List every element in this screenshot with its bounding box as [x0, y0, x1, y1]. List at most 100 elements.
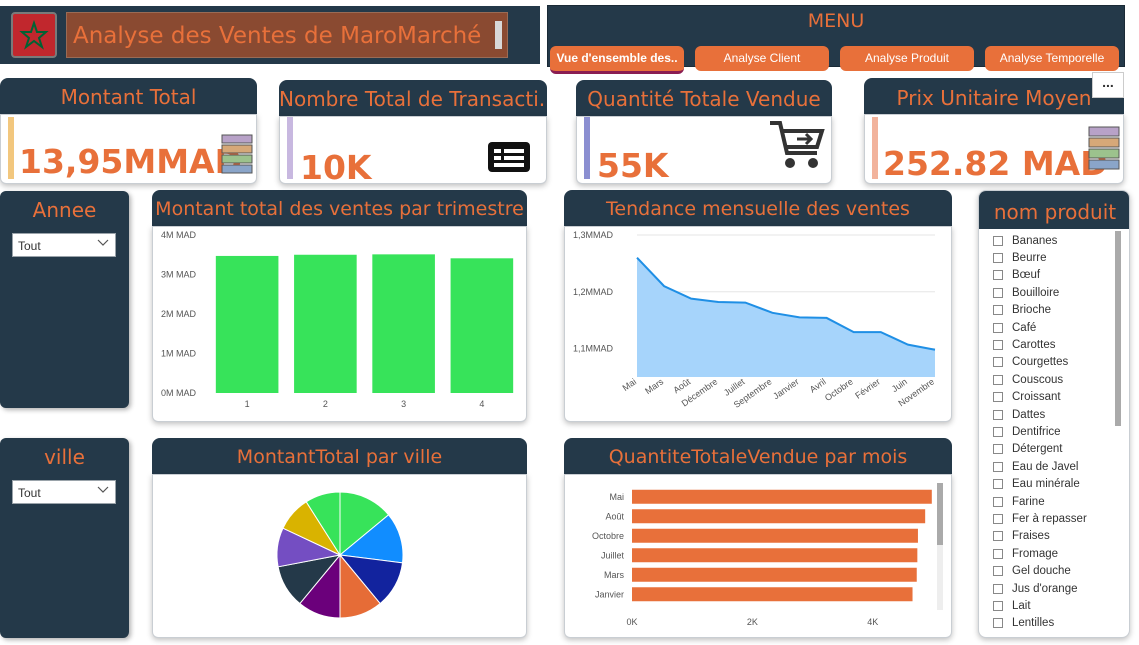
x-tick-label: 4K: [867, 617, 878, 627]
product-list: Bananes Beurre Bœuf Bouilloire Brioche Café Ca…: [993, 232, 1087, 632]
y-tick-label: 1M MAD: [161, 349, 197, 359]
checkbox-icon[interactable]: [993, 461, 1003, 472]
product-item[interactable]: Croissant: [993, 389, 1087, 406]
checkbox-icon[interactable]: [993, 513, 1003, 524]
checkbox-icon[interactable]: [993, 496, 1003, 507]
product-item[interactable]: Eau minérale: [993, 475, 1087, 492]
product-label: Eau minérale: [1012, 478, 1080, 491]
checkbox-icon[interactable]: [993, 409, 1003, 420]
product-item[interactable]: Dattes: [993, 406, 1087, 423]
product-item[interactable]: Lait: [993, 597, 1087, 614]
annee-dropdown[interactable]: Tout: [12, 233, 116, 257]
checkbox-icon[interactable]: [993, 392, 1003, 403]
product-item[interactable]: Jus d'orange: [993, 580, 1087, 597]
chevron-down-icon: [97, 239, 109, 246]
product-label: Farine: [1012, 495, 1045, 508]
kpi-value-quantite: 55K: [597, 146, 669, 185]
ville-dropdown-value: Tout: [18, 486, 41, 500]
checkbox-icon[interactable]: [993, 253, 1003, 264]
kpi-accent-bar: [287, 117, 293, 179]
checkbox-icon[interactable]: [993, 583, 1003, 594]
quarter-bar-chart: 0M MAD 1M MAD 2M MAD 3M MAD 4M MAD 1 2 3 4: [161, 230, 514, 409]
bar: [632, 528, 918, 543]
product-item[interactable]: Lentilles: [993, 615, 1087, 632]
ville-dropdown[interactable]: Tout: [12, 480, 116, 504]
x-tick-label: 3: [401, 399, 406, 409]
y-tick-label: 4M MAD: [161, 230, 197, 240]
checkbox-icon[interactable]: [993, 270, 1003, 281]
more-options-button[interactable]: ...: [1092, 72, 1124, 98]
slicer-ville-title: ville: [44, 445, 85, 469]
product-item[interactable]: Bœuf: [993, 267, 1087, 284]
checkbox-icon[interactable]: [993, 287, 1003, 298]
bar: [632, 509, 926, 524]
y-tick-label: Mai: [609, 492, 624, 502]
bar: [450, 258, 514, 393]
product-item[interactable]: Beurre: [993, 249, 1087, 266]
product-item[interactable]: Eau de Javel: [993, 458, 1087, 475]
checkbox-icon[interactable]: [993, 444, 1003, 455]
y-tick-label: 1,2MMAD: [573, 287, 614, 297]
product-item[interactable]: Fer à repasser: [993, 510, 1087, 527]
product-item[interactable]: Fraises: [993, 528, 1087, 545]
qty-chart-title: QuantiteTotaleVendue par mois: [564, 438, 952, 474]
kpi-title-prix-moyen: Prix Unitaire Moyen: [864, 78, 1124, 114]
x-tick-label: Octobre: [823, 376, 855, 403]
product-item[interactable]: Carottes: [993, 336, 1087, 353]
product-item[interactable]: Détergent: [993, 441, 1087, 458]
checkbox-icon[interactable]: [993, 618, 1003, 629]
checkbox-icon[interactable]: [993, 426, 1003, 437]
checkbox-icon[interactable]: [993, 235, 1003, 246]
qty-chart-card: Mai Août Octobre Juillet Mars Janvier 0K 2K 4K: [564, 474, 952, 638]
checkbox-icon[interactable]: [993, 305, 1003, 316]
checkbox-icon[interactable]: [993, 322, 1003, 333]
kpi-card-montant-total: 13,95MMAD: [0, 114, 257, 184]
kpi-accent-bar: [872, 117, 878, 179]
scrollbar-thumb: [937, 483, 943, 545]
x-tick-label: 4: [479, 399, 484, 409]
checkbox-icon[interactable]: [993, 531, 1003, 542]
product-item[interactable]: Brioche: [993, 302, 1087, 319]
annee-dropdown-value: Tout: [18, 239, 41, 253]
product-item[interactable]: Dentifrice: [993, 423, 1087, 440]
menu-button-client[interactable]: Analyse Client: [695, 46, 829, 71]
checkbox-icon[interactable]: [993, 548, 1003, 559]
checkbox-icon[interactable]: [993, 566, 1003, 577]
product-scrollbar[interactable]: [1115, 231, 1121, 426]
bar: [372, 254, 435, 393]
product-slicer: nom produit Bananes Beurre Bœuf Bouilloire B…: [978, 190, 1130, 638]
product-item[interactable]: Café: [993, 319, 1087, 336]
product-item[interactable]: Farine: [993, 493, 1087, 510]
product-item[interactable]: Gel douche: [993, 562, 1087, 579]
checkbox-icon[interactable]: [993, 479, 1003, 490]
bar: [632, 567, 917, 582]
x-tick-label: 0K: [626, 617, 637, 627]
product-label: Couscous: [1012, 373, 1064, 386]
product-item[interactable]: Courgettes: [993, 354, 1087, 371]
product-item[interactable]: Bananes: [993, 232, 1087, 249]
monthly-chart-title: Tendance mensuelle des ventes: [564, 190, 952, 226]
checkbox-icon[interactable]: [993, 374, 1003, 385]
checkbox-icon[interactable]: [993, 600, 1003, 611]
product-label: Carottes: [1012, 339, 1056, 352]
checkbox-icon[interactable]: [993, 340, 1003, 351]
monthly-area-chart: 1,1MMAD1,2MMAD1,3MMADMai Mars AoûtDécembre…: [573, 230, 936, 410]
product-label: Bananes: [1012, 234, 1058, 247]
slicer-ville: ville Tout: [0, 438, 129, 638]
x-tick-label: 2K: [747, 617, 758, 627]
x-tick-label: Janvier: [771, 376, 801, 401]
menu-button-product[interactable]: Analyse Produit: [840, 46, 974, 71]
product-item[interactable]: Bouilloire: [993, 284, 1087, 301]
menu-button-overview[interactable]: Vue d'ensemble des..: [550, 46, 684, 74]
bar: [632, 587, 913, 602]
product-label: Eau de Javel: [1012, 460, 1079, 473]
kpi-card-quantite: 55K: [576, 116, 832, 185]
kpi-accent-bar: [8, 117, 14, 179]
product-item[interactable]: Fromage: [993, 545, 1087, 562]
menu-button-temporal[interactable]: Analyse Temporelle: [985, 46, 1119, 71]
checkbox-icon[interactable]: [993, 357, 1003, 368]
product-label: Bouilloire: [1012, 286, 1060, 299]
bar: [632, 548, 918, 563]
product-item[interactable]: Couscous: [993, 371, 1087, 388]
kpi-title-quantite: Quantité Totale Vendue: [576, 80, 832, 116]
